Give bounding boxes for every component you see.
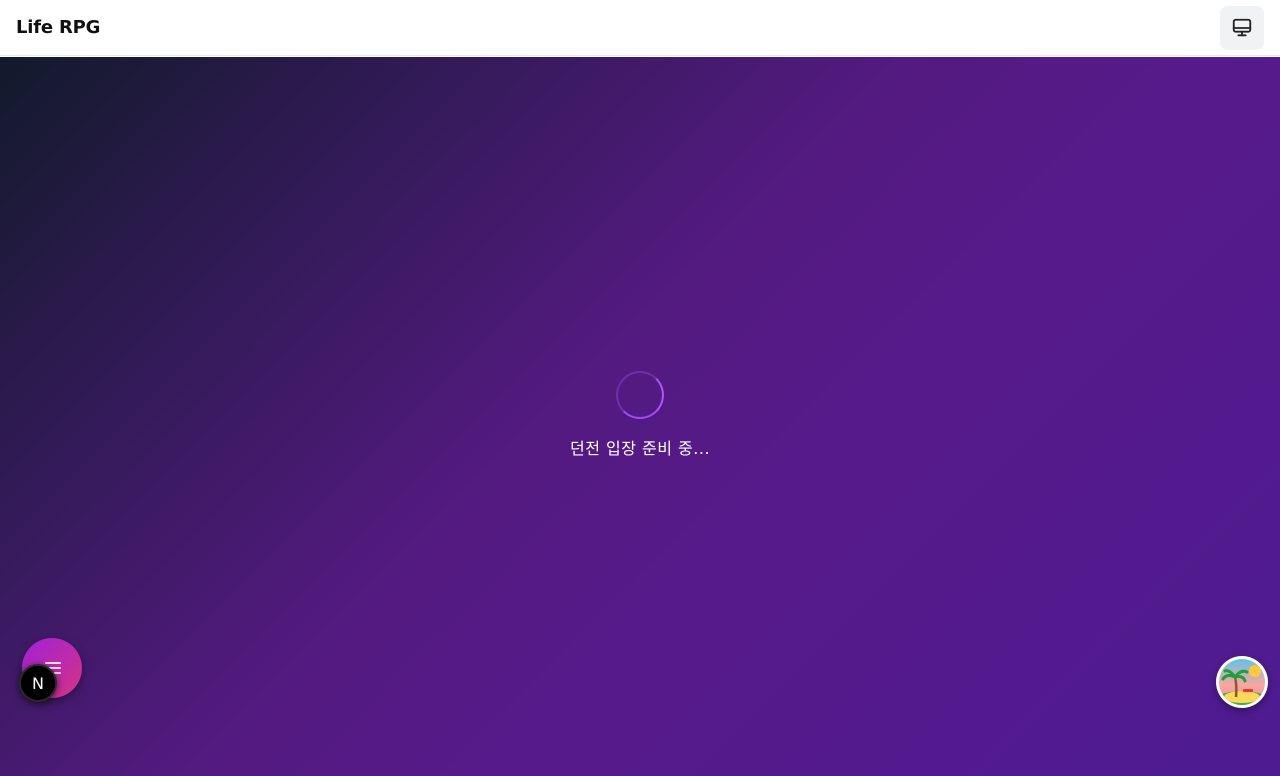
- tropical-island-icon: [1219, 659, 1265, 705]
- dev-tools-badge[interactable]: N: [19, 664, 57, 702]
- loading-screen: 던전 입장 준비 중... N: [0, 57, 1280, 776]
- loading-spinner: [616, 371, 664, 419]
- monitor-icon: [1232, 18, 1252, 37]
- loading-message: 던전 입장 준비 중...: [569, 439, 711, 458]
- device-toggle-button[interactable]: [1220, 6, 1264, 50]
- dev-badge-letter: N: [32, 673, 44, 693]
- top-header: Life RPG: [0, 0, 1280, 56]
- loading-indicator: 던전 입장 준비 중...: [0, 371, 1280, 459]
- avatar-button[interactable]: [1216, 656, 1268, 708]
- app-title: Life RPG: [16, 17, 101, 38]
